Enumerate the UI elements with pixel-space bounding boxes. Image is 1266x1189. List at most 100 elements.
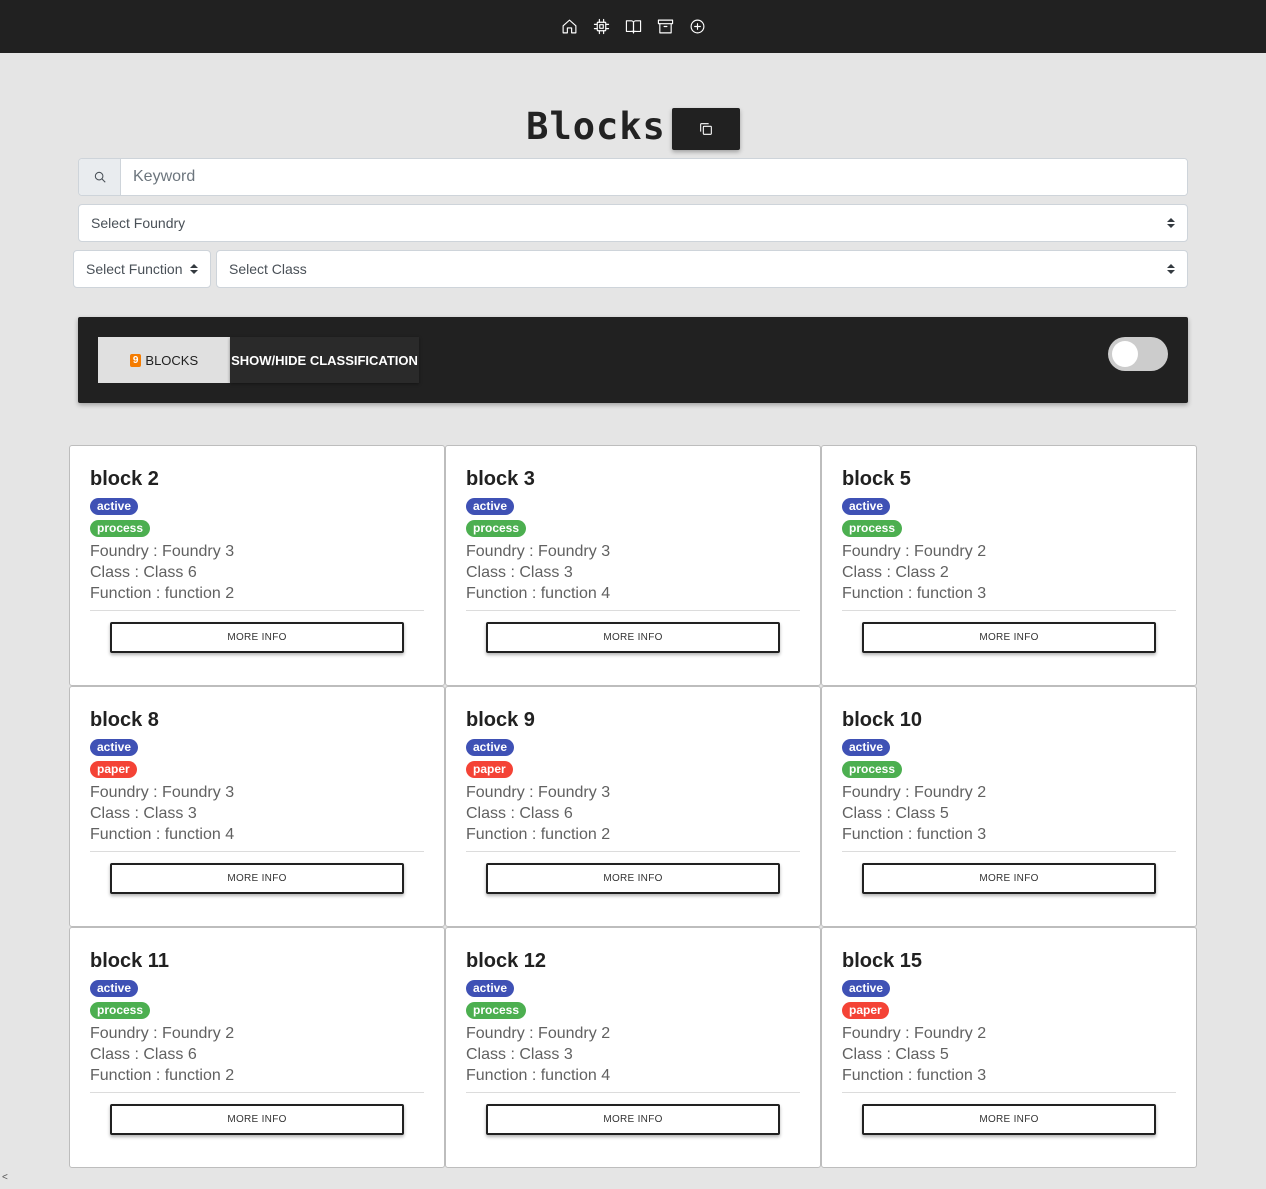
block-cards-grid: block 2 active process Foundry : Foundry… xyxy=(69,445,1197,1168)
blocks-count-label: BLOCKS xyxy=(145,352,199,368)
blocks-count-badge: 9 xyxy=(129,353,142,367)
foundry-detail: Foundry : Foundry 2 xyxy=(842,543,987,560)
block-card: block 12 active process Foundry : Foundr… xyxy=(445,927,821,1168)
more-info-button[interactable]: MORE INFO xyxy=(862,1104,1156,1135)
foundry-detail: Foundry : Foundry 2 xyxy=(466,1025,611,1042)
function-detail: Function : function 2 xyxy=(90,1067,235,1084)
type-badge: process xyxy=(842,520,903,537)
blocks-count-button[interactable]: 9 BLOCKS xyxy=(98,337,230,383)
card-divider xyxy=(842,851,1176,852)
class-detail: Class : Class 3 xyxy=(466,564,573,581)
class-select-label: Select Class xyxy=(229,261,307,277)
show-hide-classification-button[interactable]: SHOW/HIDE CLASSIFICATION xyxy=(230,337,419,383)
block-card: block 15 active paper Foundry : Foundry … xyxy=(821,927,1197,1168)
type-badge: process xyxy=(90,1002,151,1019)
status-badge: active xyxy=(466,980,515,997)
home-icon[interactable] xyxy=(560,18,578,36)
block-card: block 3 active process Foundry : Foundry… xyxy=(445,445,821,686)
card-divider xyxy=(90,610,424,611)
type-badge: process xyxy=(466,520,527,537)
more-info-button[interactable]: MORE INFO xyxy=(862,863,1156,894)
function-detail: Function : function 4 xyxy=(466,1067,611,1084)
class-detail: Class : Class 6 xyxy=(90,1046,197,1063)
class-detail: Class : Class 3 xyxy=(466,1046,573,1063)
type-badge: process xyxy=(466,1002,527,1019)
chip-icon[interactable] xyxy=(592,18,610,36)
type-badge: process xyxy=(90,520,151,537)
add-circle-icon[interactable] xyxy=(688,18,706,36)
status-badge: active xyxy=(90,739,139,756)
function-detail: Function : function 3 xyxy=(842,826,987,843)
block-card-title: block 3 xyxy=(466,468,535,490)
page-title: Blocks xyxy=(526,105,666,148)
foundry-detail: Foundry : Foundry 3 xyxy=(90,543,235,560)
class-detail: Class : Class 5 xyxy=(842,805,949,822)
select-arrows-icon xyxy=(1167,218,1175,228)
function-detail: Function : function 2 xyxy=(466,826,611,843)
more-info-button[interactable]: MORE INFO xyxy=(110,863,404,894)
card-divider xyxy=(466,1092,800,1093)
class-detail: Class : Class 3 xyxy=(90,805,197,822)
status-badge: active xyxy=(466,739,515,756)
class-detail: Class : Class 6 xyxy=(90,564,197,581)
status-badge: active xyxy=(90,980,139,997)
select-arrows-icon xyxy=(1167,264,1175,274)
corner-mark: < xyxy=(2,1172,8,1183)
block-card-title: block 5 xyxy=(842,468,911,490)
block-card: block 2 active process Foundry : Foundry… xyxy=(69,445,445,686)
block-card: block 5 active process Foundry : Foundry… xyxy=(821,445,1197,686)
type-badge: paper xyxy=(466,761,513,778)
foundry-select-label: Select Foundry xyxy=(91,215,186,231)
class-detail: Class : Class 2 xyxy=(842,564,949,581)
more-info-button[interactable]: MORE INFO xyxy=(486,1104,780,1135)
foundry-detail: Foundry : Foundry 2 xyxy=(842,784,987,801)
block-card: block 10 active process Foundry : Foundr… xyxy=(821,686,1197,927)
search-input[interactable] xyxy=(121,159,1187,195)
function-detail: Function : function 4 xyxy=(90,826,235,843)
block-card-title: block 12 xyxy=(466,950,547,972)
search-icon xyxy=(79,159,121,195)
card-divider xyxy=(90,851,424,852)
card-divider xyxy=(466,610,800,611)
classification-toggle-switch[interactable] xyxy=(1108,337,1168,371)
foundry-detail: Foundry : Foundry 3 xyxy=(466,784,611,801)
copy-button[interactable] xyxy=(671,108,740,150)
type-badge: paper xyxy=(842,1002,889,1019)
archive-icon[interactable] xyxy=(656,18,674,36)
toggle-knob xyxy=(1112,341,1138,367)
more-info-button[interactable]: MORE INFO xyxy=(486,622,780,653)
function-select[interactable]: Select Function xyxy=(73,250,211,288)
foundry-select[interactable]: Select Foundry xyxy=(78,204,1188,242)
foundry-detail: Foundry : Foundry 3 xyxy=(466,543,611,560)
block-card-title: block 9 xyxy=(466,709,535,731)
status-badge: active xyxy=(842,980,891,997)
type-badge: paper xyxy=(90,761,137,778)
top-navbar xyxy=(0,0,1266,53)
block-card-title: block 10 xyxy=(842,709,923,731)
book-icon[interactable] xyxy=(624,18,642,36)
block-card: block 9 active paper Foundry : Foundry 3… xyxy=(445,686,821,927)
block-card-title: block 2 xyxy=(90,468,159,490)
card-divider xyxy=(90,1092,424,1093)
class-detail: Class : Class 6 xyxy=(466,805,573,822)
block-card-title: block 8 xyxy=(90,709,159,731)
function-detail: Function : function 3 xyxy=(842,1067,987,1084)
status-badge: active xyxy=(90,498,139,515)
class-detail: Class : Class 5 xyxy=(842,1046,949,1063)
status-badge: active xyxy=(466,498,515,515)
block-card-title: block 15 xyxy=(842,950,923,972)
select-arrows-icon xyxy=(190,264,198,274)
card-divider xyxy=(842,1092,1176,1093)
more-info-button[interactable]: MORE INFO xyxy=(110,622,404,653)
card-divider xyxy=(466,851,800,852)
foundry-detail: Foundry : Foundry 2 xyxy=(842,1025,987,1042)
class-select[interactable]: Select Class xyxy=(216,250,1188,288)
block-card: block 11 active process Foundry : Foundr… xyxy=(69,927,445,1168)
foundry-detail: Foundry : Foundry 3 xyxy=(90,784,235,801)
more-info-button[interactable]: MORE INFO xyxy=(486,863,780,894)
block-card-title: block 11 xyxy=(90,950,169,972)
function-detail: Function : function 2 xyxy=(90,585,235,602)
more-info-button[interactable]: MORE INFO xyxy=(110,1104,404,1135)
function-select-label: Select Function xyxy=(86,261,183,277)
more-info-button[interactable]: MORE INFO xyxy=(862,622,1156,653)
